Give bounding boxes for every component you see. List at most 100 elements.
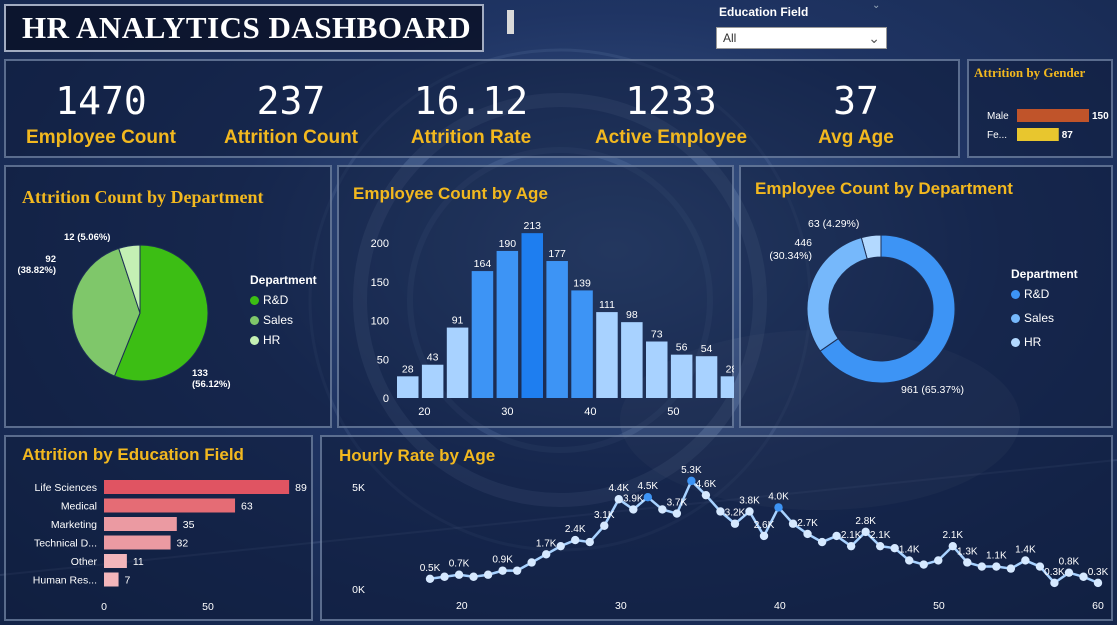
line-point[interactable]	[730, 519, 740, 528]
donut-data-label: 961 (65.37%)	[901, 384, 964, 396]
line-point[interactable]	[846, 541, 856, 551]
line-point[interactable]	[817, 537, 827, 547]
line-point[interactable]	[774, 503, 783, 512]
line-point[interactable]	[745, 507, 754, 516]
education-bar[interactable]	[104, 517, 177, 531]
education-bar[interactable]	[104, 498, 236, 513]
age-bar[interactable]	[546, 261, 568, 398]
education-bar[interactable]	[104, 480, 290, 494]
line-point[interactable]	[861, 527, 870, 537]
age-bar[interactable]	[421, 364, 444, 398]
education-bar-chart: Life Sciences 89 Medical 63 Marketing 35 Techn…	[33, 480, 307, 613]
age-bar[interactable]	[695, 356, 718, 398]
bar-data-label: 73	[651, 329, 663, 341]
age-bar[interactable]	[446, 327, 469, 398]
line-point[interactable]	[905, 556, 914, 565]
legend-item-sales[interactable]: Sales	[250, 313, 317, 327]
line-point[interactable]	[600, 521, 609, 530]
line-point[interactable]	[512, 566, 522, 575]
donut-slice[interactable]	[806, 237, 868, 352]
education-label: Life Sciences	[35, 482, 97, 494]
legend-item-rd[interactable]: R&D	[1011, 287, 1078, 301]
line-point[interactable]	[1050, 578, 1059, 588]
line-point[interactable]	[948, 541, 957, 551]
age-bar[interactable]	[471, 271, 494, 398]
line-point[interactable]	[1021, 556, 1030, 565]
gender-bar[interactable]	[1017, 109, 1089, 122]
line-point[interactable]	[498, 566, 507, 575]
line-point[interactable]	[701, 490, 711, 500]
kpi-employee-count: 1470 Employee Count	[26, 61, 176, 149]
age-bar[interactable]	[621, 322, 643, 398]
line-point[interactable]	[1006, 564, 1016, 573]
kpi-value: 1470	[55, 79, 147, 123]
line-point[interactable]	[788, 519, 798, 528]
gender-bar[interactable]	[1017, 128, 1059, 141]
line-point[interactable]	[527, 558, 536, 567]
line-point[interactable]	[1064, 568, 1074, 577]
legend-item-hr[interactable]: HR	[250, 333, 317, 347]
bar-data-label: 190	[499, 238, 517, 250]
education-bar[interactable]	[104, 535, 171, 550]
legend-item-hr[interactable]: HR	[1011, 335, 1078, 349]
legend-item-sales[interactable]: Sales	[1011, 311, 1078, 325]
attrition-by-gender-card: Attrition by Gender Male 150 Fe... 87	[967, 59, 1113, 158]
line-point[interactable]	[541, 550, 551, 559]
y-tick-label: 0	[383, 393, 389, 405]
y-tick-label: 0K	[352, 584, 365, 596]
x-tick-label: 20	[456, 600, 468, 612]
line-point[interactable]	[759, 531, 769, 541]
line-point[interactable]	[643, 493, 653, 502]
gender-label: Fe...	[987, 130, 1007, 141]
age-bar[interactable]	[670, 354, 693, 398]
bar-data-label: 28	[726, 363, 734, 375]
kpi-label: Avg Age	[818, 127, 894, 148]
line-point[interactable]	[977, 562, 987, 571]
line-point[interactable]	[454, 570, 464, 579]
line-point[interactable]	[614, 495, 623, 504]
line-point[interactable]	[934, 556, 943, 565]
line-point[interactable]	[919, 560, 928, 569]
age-bar[interactable]	[571, 290, 593, 398]
line-point[interactable]	[963, 558, 972, 567]
line-point[interactable]	[629, 505, 638, 514]
line-point[interactable]	[1035, 562, 1045, 571]
age-bar[interactable]	[596, 312, 618, 398]
point-data-label: 1.3K	[957, 546, 978, 557]
kpi-value: 1233	[625, 79, 717, 123]
line-point[interactable]	[1093, 578, 1103, 588]
legend-item-rd[interactable]: R&D	[250, 293, 317, 307]
kpi-label: Attrition Rate	[410, 127, 532, 148]
page-title: HR ANALYTICS DASHBOARD	[22, 10, 472, 45]
line-point[interactable]	[832, 531, 841, 541]
age-bar[interactable]	[646, 341, 668, 398]
age-bar[interactable]	[496, 250, 519, 398]
education-label: Technical D...	[34, 538, 97, 550]
line-point[interactable]	[556, 541, 565, 551]
line-point[interactable]	[672, 509, 682, 518]
line-point[interactable]	[585, 537, 594, 547]
line-point[interactable]	[716, 507, 725, 516]
education-value-label: 35	[183, 519, 195, 531]
line-point[interactable]	[469, 572, 478, 581]
line-point[interactable]	[658, 505, 667, 514]
line-point[interactable]	[1079, 572, 1088, 581]
line-point[interactable]	[687, 476, 696, 486]
age-bar[interactable]	[720, 376, 734, 398]
age-bar[interactable]	[397, 376, 419, 398]
education-bar[interactable]	[104, 572, 119, 587]
filter-collapse-icon[interactable]: ⌄	[872, 0, 880, 11]
education-label: Other	[71, 556, 98, 568]
line-point[interactable]	[483, 570, 493, 579]
education-field-dropdown[interactable]: All ⌄	[716, 27, 887, 49]
line-point[interactable]	[425, 574, 435, 583]
line-point[interactable]	[992, 562, 1001, 571]
line-point[interactable]	[440, 572, 449, 581]
line-point[interactable]	[571, 535, 580, 545]
line-point[interactable]	[875, 541, 885, 551]
line-point[interactable]	[890, 544, 899, 553]
age-bar[interactable]	[521, 233, 544, 398]
education-bar[interactable]	[104, 554, 127, 568]
gender-value-label: 87	[1062, 130, 1074, 141]
line-point[interactable]	[803, 529, 812, 539]
